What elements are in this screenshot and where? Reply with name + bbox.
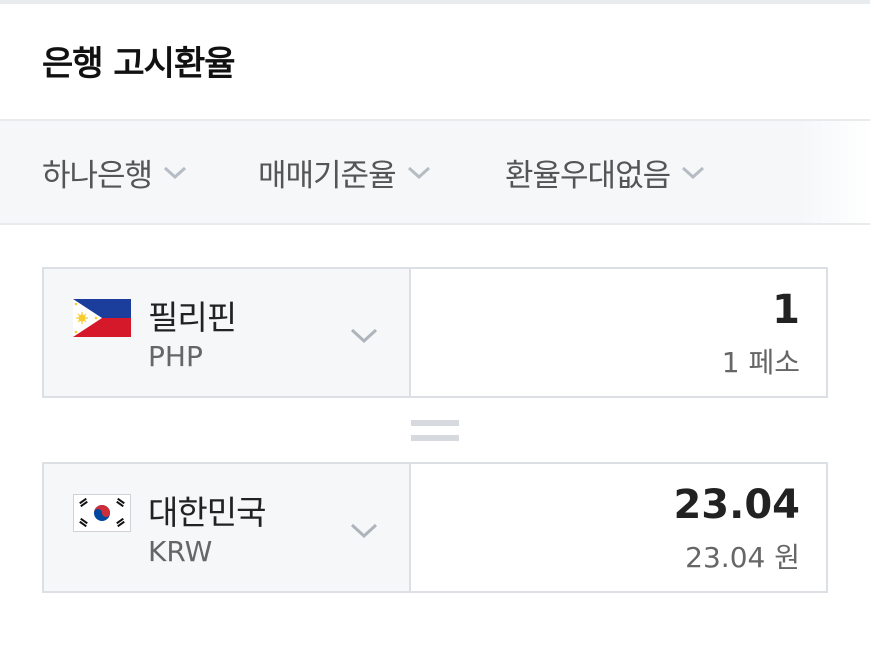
chevron-down-icon xyxy=(350,523,378,539)
rate-type-filter-dropdown[interactable]: 매매기준율 xyxy=(258,121,432,223)
equals-icon xyxy=(411,420,459,444)
from-currency-code: PHP xyxy=(148,340,203,373)
to-currency-row: 대한민국 KRW 23.04 23.04 원 xyxy=(42,462,828,593)
from-amount-text: 1 페소 xyxy=(721,346,800,379)
rate-type-filter-label: 매매기준율 xyxy=(258,157,397,194)
chevron-down-icon xyxy=(682,166,705,180)
top-divider xyxy=(0,0,870,4)
from-currency-row: 필리핀 PHP 1 1 페소 xyxy=(42,267,828,398)
preference-filter-dropdown[interactable]: 환율우대없음 xyxy=(505,121,706,223)
to-currency-code: KRW xyxy=(148,535,213,568)
korea-flag-icon xyxy=(73,494,131,532)
from-amount-value: 1 xyxy=(772,287,800,333)
from-currency-name: 필리핀 xyxy=(148,298,237,337)
to-amount-text: 23.04 원 xyxy=(685,541,800,574)
filter-bar: 하나은행 매매기준율 환율우대없음 xyxy=(0,119,870,225)
page-title: 은행 고시환율 xyxy=(42,44,236,84)
from-amount-input[interactable]: 1 1 페소 xyxy=(411,269,826,396)
to-amount-value: 23.04 xyxy=(673,482,800,528)
philippines-flag-icon xyxy=(73,299,131,337)
bank-filter-dropdown[interactable]: 하나은행 xyxy=(42,121,188,223)
bank-filter-label: 하나은행 xyxy=(42,157,153,194)
preference-filter-label: 환율우대없음 xyxy=(505,157,671,194)
to-currency-name: 대한민국 xyxy=(148,493,266,532)
from-currency-selector[interactable]: 필리핀 PHP xyxy=(44,269,411,396)
chevron-down-icon xyxy=(350,328,378,344)
filter-scroll-fade xyxy=(800,121,870,223)
to-amount-input[interactable]: 23.04 23.04 원 xyxy=(411,464,826,591)
chevron-down-icon xyxy=(407,166,430,180)
to-currency-selector[interactable]: 대한민국 KRW xyxy=(44,464,411,591)
chevron-down-icon xyxy=(164,166,187,180)
